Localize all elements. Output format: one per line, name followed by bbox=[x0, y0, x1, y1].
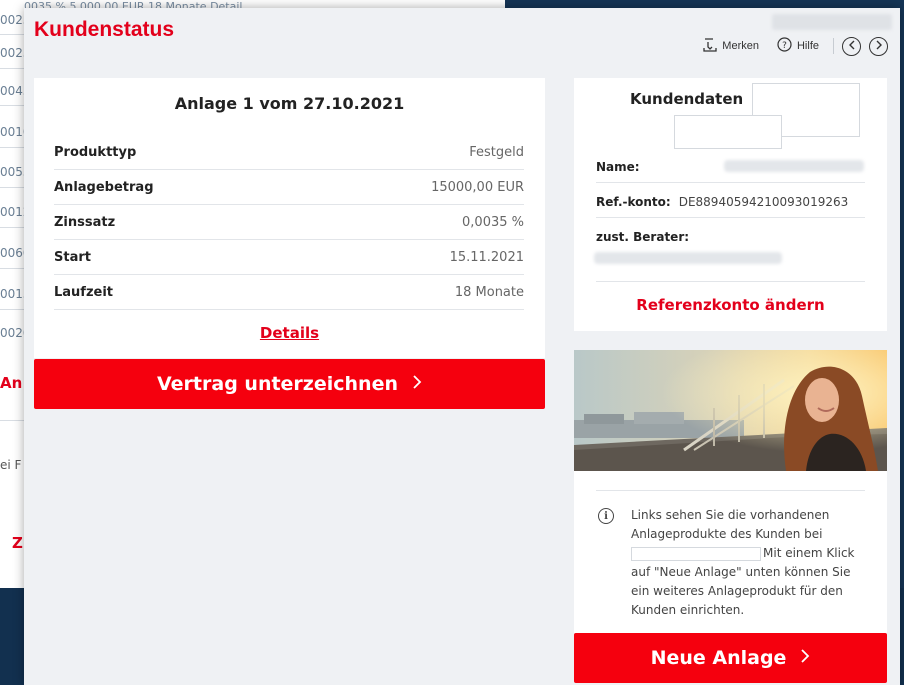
chevron-right-icon bbox=[875, 40, 883, 53]
bookmark-button[interactable]: Merken bbox=[703, 37, 759, 55]
customer-status-modal: Kundenstatus Merken ? Hilfe Anlage 1 vom… bbox=[24, 8, 900, 685]
change-reference-account-link[interactable]: Referenzkonto ändern bbox=[574, 296, 887, 314]
info-divider bbox=[596, 490, 865, 491]
detail-value: 0,0035 % bbox=[462, 214, 524, 230]
bg-red-link: An bbox=[0, 374, 23, 392]
redacted-advisor bbox=[594, 252, 782, 264]
advisor-row: zust. Berater: bbox=[596, 230, 689, 244]
bg-divider bbox=[0, 34, 24, 35]
bg-divider bbox=[0, 147, 24, 148]
modal-title: Kundenstatus bbox=[34, 18, 175, 41]
ref-account-label: Ref.-konto: bbox=[596, 195, 671, 209]
bookmark-icon bbox=[703, 37, 717, 55]
investment-details-table: Produkttyp Festgeld Anlagebetrag 15000,0… bbox=[54, 135, 524, 310]
bg-divider bbox=[0, 268, 24, 269]
advisor-label: zust. Berater: bbox=[596, 230, 690, 244]
sign-contract-label: Vertrag unterzeichnen bbox=[157, 373, 398, 395]
chevron-right-icon bbox=[800, 647, 810, 669]
next-button[interactable] bbox=[869, 36, 888, 56]
help-button[interactable]: ? Hilfe bbox=[777, 37, 819, 55]
redacted-inline-box bbox=[631, 546, 761, 561]
ref-account-value: DE88940594210093019263 bbox=[678, 195, 849, 209]
detail-label: Anlagebetrag bbox=[54, 179, 154, 195]
detail-label: Produkttyp bbox=[54, 144, 137, 160]
svg-text:?: ? bbox=[782, 41, 787, 51]
bg-divider bbox=[0, 420, 24, 421]
detail-row-start: Start 15.11.2021 bbox=[54, 240, 524, 275]
detail-value: 15.11.2021 bbox=[449, 249, 524, 265]
new-investment-button[interactable]: Neue Anlage bbox=[574, 633, 887, 683]
help-label: Hilfe bbox=[796, 40, 819, 52]
help-icon: ? bbox=[777, 37, 792, 55]
bg-divider bbox=[0, 309, 24, 310]
detail-label: Laufzeit bbox=[54, 284, 114, 300]
modal-toolbar: Merken ? Hilfe bbox=[685, 36, 888, 56]
bg-divider bbox=[0, 227, 24, 228]
info-text-part1: Links sehen Sie die vorhandenen Anlagepr… bbox=[631, 508, 830, 541]
bg-divider bbox=[0, 187, 24, 188]
woman-smiling-photo bbox=[574, 350, 887, 471]
new-investment-label: Neue Anlage bbox=[650, 647, 787, 669]
detail-value: 18 Monate bbox=[454, 284, 524, 300]
investment-card: Anlage 1 vom 27.10.2021 Produkttyp Festg… bbox=[34, 78, 545, 358]
name-label: Name: bbox=[596, 160, 640, 174]
details-link[interactable]: Details bbox=[34, 324, 545, 342]
detail-row-amount: Anlagebetrag 15000,00 EUR bbox=[54, 170, 524, 205]
row-divider bbox=[596, 217, 865, 218]
info-card: i Links sehen Sie die vorhandenen Anlage… bbox=[574, 350, 887, 633]
detail-value: 15000,00 EUR bbox=[431, 179, 524, 195]
chevron-right-icon bbox=[412, 373, 422, 395]
detail-row-duration: Laufzeit 18 Monate bbox=[54, 275, 524, 310]
info-icon: i bbox=[598, 508, 614, 524]
previous-button[interactable] bbox=[842, 36, 861, 56]
bg-fragment: ei F bbox=[0, 458, 22, 472]
detail-value: Festgeld bbox=[469, 144, 524, 160]
sign-contract-button[interactable]: Vertrag unterzeichnen bbox=[34, 359, 545, 409]
redacted-box bbox=[674, 115, 782, 149]
bg-top-strip: 0035 % 5.000,00 EUR 18 Monate Detail bbox=[24, 0, 243, 8]
row-divider bbox=[596, 182, 865, 183]
bg-divider bbox=[0, 68, 24, 69]
detail-row-product-type: Produkttyp Festgeld bbox=[54, 135, 524, 170]
redacted-name bbox=[724, 160, 864, 172]
bg-red-button: Z bbox=[12, 534, 23, 552]
customer-name-row: Name: bbox=[596, 160, 640, 174]
detail-label: Zinssatz bbox=[54, 214, 116, 230]
reference-account-row: Ref.-konto: DE88940594210093019263 bbox=[596, 195, 848, 209]
info-text: Links sehen Sie die vorhandenen Anlagepr… bbox=[631, 506, 871, 620]
investment-title: Anlage 1 vom 27.10.2021 bbox=[174, 94, 405, 113]
row-divider bbox=[596, 281, 865, 282]
bg-divider bbox=[0, 105, 24, 106]
customer-data-title: Kundendaten bbox=[630, 90, 744, 108]
bookmark-label: Merken bbox=[722, 40, 759, 52]
chevron-left-icon bbox=[848, 40, 856, 53]
toolbar-divider bbox=[833, 38, 834, 54]
customer-data-card: Kundendaten Name: Ref.-konto: DE889405942… bbox=[574, 78, 887, 331]
redacted-field bbox=[772, 14, 892, 30]
detail-label: Start bbox=[54, 249, 91, 265]
detail-row-interest-rate: Zinssatz 0,0035 % bbox=[54, 205, 524, 240]
